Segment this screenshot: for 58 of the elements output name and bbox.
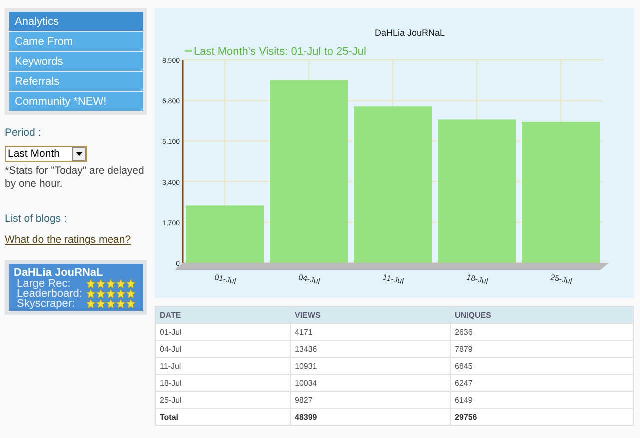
rating-label: Skyscraper: bbox=[17, 299, 76, 309]
caret-icon bbox=[72, 147, 86, 161]
star-icon bbox=[126, 299, 136, 309]
axis-category-label: 01-Jul bbox=[214, 272, 238, 286]
table-cell: 2636 bbox=[450, 324, 634, 340]
rating-label: Large Rec: bbox=[17, 279, 71, 289]
table-cell: 13436 bbox=[290, 340, 450, 358]
table-cell: 01-Jul bbox=[156, 324, 290, 340]
legend-label: Last Month's Visits: 01-Jul to 25-Jul bbox=[194, 46, 366, 58]
star-icon bbox=[126, 279, 136, 289]
star-icon bbox=[86, 299, 96, 309]
table-cell: 10034 bbox=[290, 374, 450, 392]
chart-title: DaHLia JouRNaL bbox=[374, 28, 446, 38]
table-cell: 48399 bbox=[290, 408, 450, 426]
axis-category-label: 25-Jul bbox=[550, 272, 574, 286]
table-cell: 25-Jul bbox=[156, 392, 290, 408]
star-icon bbox=[96, 289, 106, 299]
table-cell: Total bbox=[156, 408, 290, 426]
nav-item[interactable]: Analytics bbox=[9, 12, 143, 31]
star-icon bbox=[86, 289, 96, 299]
table-cell: 7879 bbox=[450, 340, 634, 358]
column-header: VIEWS bbox=[290, 306, 450, 324]
period-dropdown[interactable]: Last Month bbox=[5, 146, 87, 162]
table-cell: 04-Jul bbox=[156, 340, 290, 358]
star-icon bbox=[96, 299, 106, 309]
table-cell: 18-Jul bbox=[156, 374, 290, 392]
blogs-label: List of blogs : bbox=[5, 213, 68, 225]
nav-item[interactable]: Community *NEW! bbox=[9, 92, 143, 111]
table-cell: 9827 bbox=[290, 392, 450, 408]
table-cell: 10931 bbox=[290, 358, 450, 374]
star-icon bbox=[106, 289, 116, 299]
table-cell: 6247 bbox=[450, 374, 634, 392]
table-cell: 6845 bbox=[450, 358, 634, 374]
axis-category-label: 18-Jul bbox=[466, 272, 490, 286]
table-cell: 6149 bbox=[450, 392, 634, 408]
axis-category-label: 04-Jul bbox=[298, 272, 322, 286]
table-cell: 4171 bbox=[290, 324, 450, 340]
period-label: Period : bbox=[5, 127, 42, 139]
star-icon bbox=[116, 279, 126, 289]
blog-title: DaHLia JouRNaL bbox=[14, 267, 104, 279]
nav-item[interactable]: Keywords bbox=[9, 52, 143, 71]
column-header: UNIQUES bbox=[450, 306, 634, 324]
column-header: DATE bbox=[156, 306, 290, 324]
star-icon bbox=[106, 299, 116, 309]
star-icon bbox=[116, 289, 126, 299]
star-icon bbox=[106, 279, 116, 289]
table-cell: 11-Jul bbox=[156, 358, 290, 374]
nav-item[interactable]: Referrals bbox=[9, 72, 143, 91]
star-icon bbox=[86, 279, 96, 289]
star-icon bbox=[126, 289, 136, 299]
ratings-link[interactable]: What do the ratings mean? bbox=[5, 234, 147, 246]
table-cell: 29756 bbox=[450, 408, 634, 426]
axis-category-label: 11-Jul bbox=[382, 272, 405, 286]
stats-note: *Stats for "Today" are delayed by one hour. bbox=[5, 165, 146, 191]
rating-label: Leaderboard: bbox=[17, 289, 84, 299]
star-icon bbox=[96, 279, 106, 289]
star-icon bbox=[116, 299, 126, 309]
nav-item[interactable]: Came From bbox=[9, 32, 143, 51]
